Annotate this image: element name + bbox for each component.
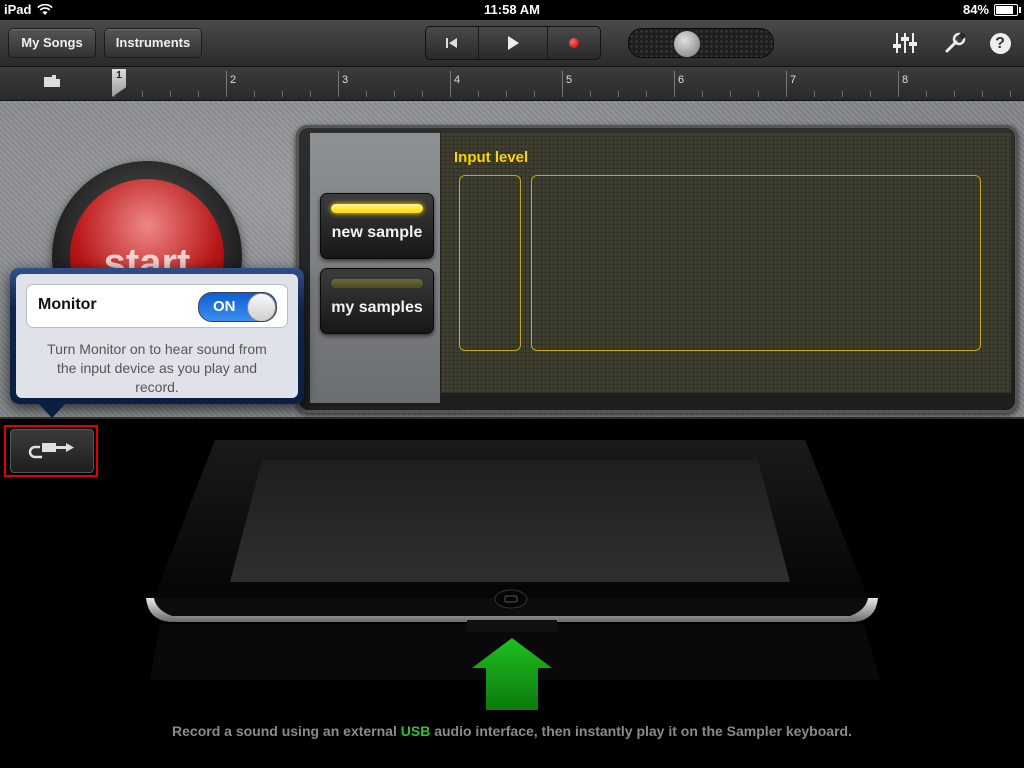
transport-controls (425, 26, 601, 60)
bar-number: 2 (230, 74, 237, 86)
bar-number: 8 (902, 74, 909, 86)
monitor-popover: Monitor ON Turn Monitor on to hear sound… (10, 268, 304, 404)
bar-number: 7 (790, 74, 797, 86)
record-icon (568, 38, 579, 48)
input-level-title: Input level (454, 149, 529, 166)
mixer-icon (893, 33, 917, 53)
play-icon (508, 36, 519, 50)
slider-knob[interactable] (673, 30, 701, 58)
bar-tick (338, 71, 339, 95)
rewind-icon (446, 38, 458, 48)
bar-tick (898, 71, 899, 95)
bar-number: 4 (454, 74, 461, 86)
new-sample-led (331, 204, 423, 213)
monitor-toggle[interactable]: ON (198, 292, 277, 322)
instruction-caption: Record a sound using an external USB aud… (172, 723, 852, 739)
my-samples-label: my samples (331, 299, 423, 316)
battery-icon (994, 3, 1021, 16)
settings-button[interactable] (942, 32, 968, 54)
status-bar: iPad 11:58 AM 84% (0, 0, 1024, 20)
bar-tick (562, 71, 563, 95)
mixer-button[interactable] (892, 32, 918, 54)
toggle-state-label: ON (213, 298, 236, 315)
rewind-button[interactable] (426, 27, 480, 59)
status-right: 84% (962, 2, 1021, 17)
monitor-setting-row: Monitor ON (26, 284, 288, 328)
bar-number: 3 (342, 74, 349, 86)
bar-tick (450, 71, 451, 95)
waveform-display (531, 175, 981, 351)
my-songs-button[interactable]: My Songs (8, 28, 96, 58)
ipad-graphic (146, 440, 880, 710)
master-volume-slider[interactable] (628, 28, 774, 58)
bar-tick (226, 71, 227, 95)
my-samples-button[interactable]: my samples (320, 268, 434, 334)
battery-percent: 84% (962, 2, 989, 17)
new-sample-button[interactable]: new sample (320, 193, 434, 259)
timeline-ruler[interactable]: 1 2 3 4 5 6 7 8 (0, 67, 1024, 101)
record-button[interactable] (548, 27, 600, 59)
wrench-icon (945, 32, 966, 53)
help-button[interactable]: ? (987, 32, 1013, 54)
monitor-description: Turn Monitor on to hear sound from the i… (47, 341, 267, 395)
play-button[interactable] (479, 27, 548, 59)
popover-content: Monitor ON Turn Monitor on to hear sound… (16, 274, 298, 398)
monitor-label: Monitor (38, 296, 97, 313)
clock: 11:58 AM (484, 2, 540, 17)
input-level-screen: Input level (441, 133, 1011, 393)
help-icon: ? (989, 32, 1011, 54)
top-toolbar: My Songs Instruments ? (0, 20, 1024, 67)
bar-tick (786, 71, 787, 95)
new-sample-label: new sample (331, 224, 423, 241)
usb-highlight: USB (400, 723, 431, 739)
instruments-button[interactable]: Instruments (104, 28, 202, 58)
bar-tick (674, 71, 675, 95)
track-settings-icon[interactable] (42, 73, 62, 91)
bar-number: 5 (566, 74, 573, 86)
popover-arrow (39, 404, 65, 418)
input-level-meter (459, 175, 521, 351)
my-samples-led (331, 279, 423, 288)
bar-number: 6 (678, 74, 685, 86)
toggle-knob (247, 293, 276, 321)
ipad-illustration (0, 420, 1024, 740)
